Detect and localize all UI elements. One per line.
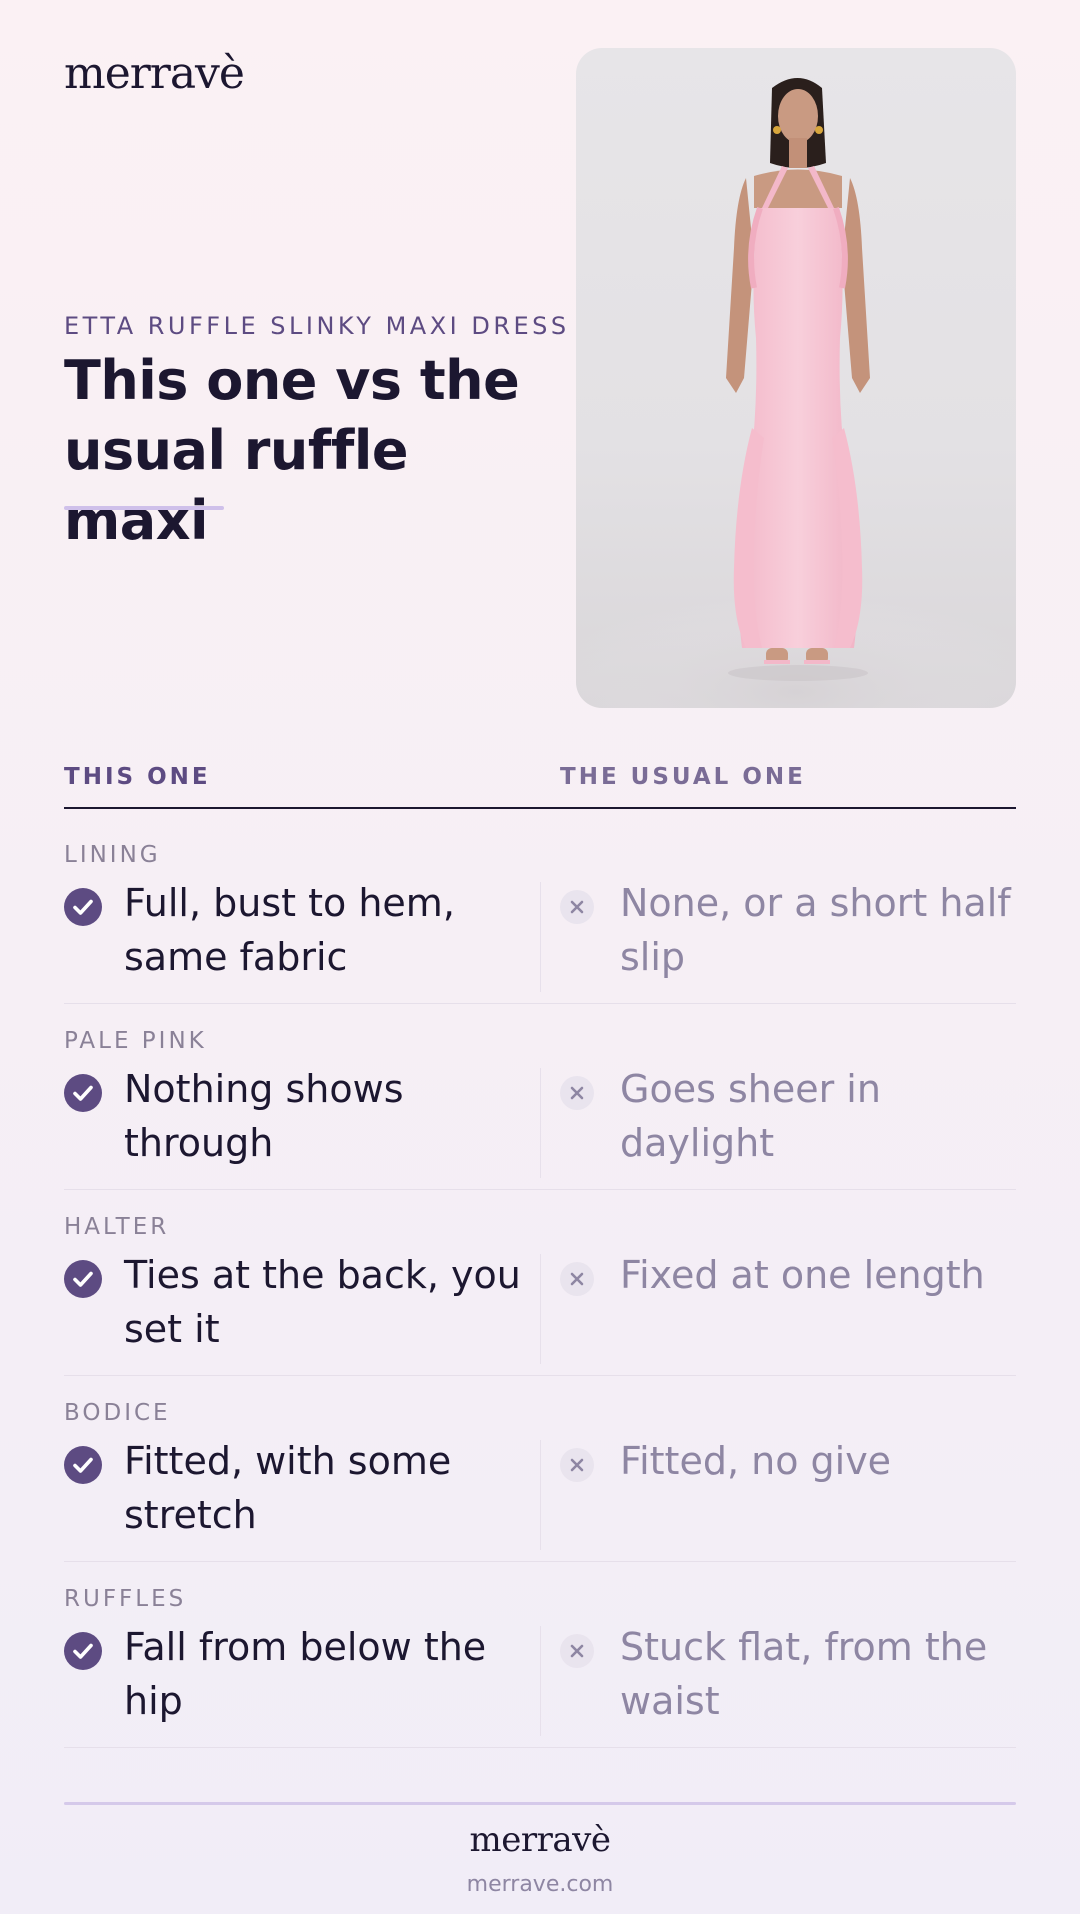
close-icon [560, 1448, 594, 1482]
this-one-value: Fall from below the hip [124, 1625, 487, 1723]
usual-one-value: None, or a short half slip [620, 881, 1011, 979]
comparison-row-ruffles: RUFFLES Fall from below the hip Stuck fl… [64, 1562, 1016, 1748]
this-one-value: Full, bust to hem, same fabric [124, 881, 455, 979]
check-icon [64, 1632, 102, 1670]
model-photo-icon [576, 78, 1016, 708]
column-divider [540, 1254, 541, 1364]
product-photo [576, 48, 1016, 708]
this-one-value: Nothing shows through [124, 1067, 404, 1165]
column-divider [540, 1068, 541, 1178]
row-label: RUFFLES [64, 1586, 187, 1612]
brand-logo[interactable]: merravè [64, 52, 245, 96]
title-underline [64, 506, 224, 510]
footer-website-link[interactable]: merrave.com [0, 1872, 1080, 1897]
check-icon [64, 1260, 102, 1298]
page-title: This one vs the usual ruffle maxi [64, 349, 520, 552]
close-icon [560, 890, 594, 924]
row-label: PALE PINK [64, 1028, 207, 1054]
column-header-this-one: THIS ONE [64, 764, 211, 790]
check-icon [64, 1074, 102, 1112]
close-icon [560, 1076, 594, 1110]
comparison-row-lining: LINING Full, bust to hem, same fabric No… [64, 818, 1016, 1004]
usual-one-value: Fixed at one length [620, 1253, 985, 1297]
row-label: BODICE [64, 1400, 171, 1426]
close-icon [560, 1262, 594, 1296]
footer-brand-logo[interactable]: merravè [0, 1820, 1080, 1860]
comparison-row-halter: HALTER Ties at the back, you set it Fixe… [64, 1190, 1016, 1376]
this-one-value: Ties at the back, you set it [124, 1253, 521, 1351]
table-header-divider [64, 807, 1016, 809]
close-icon [560, 1634, 594, 1668]
row-label: LINING [64, 842, 161, 868]
usual-one-value: Fitted, no give [620, 1439, 892, 1483]
column-header-usual-one: THE USUAL ONE [560, 764, 806, 790]
comparison-row-bodice: BODICE Fitted, with some stretch Fitted,… [64, 1376, 1016, 1562]
usual-one-value: Stuck flat, from the waist [620, 1625, 988, 1723]
check-icon [64, 1446, 102, 1484]
usual-one-value: Goes sheer in daylight [620, 1067, 881, 1165]
this-one-value: Fitted, with some stretch [124, 1439, 452, 1537]
column-divider [540, 882, 541, 992]
column-divider [540, 1440, 541, 1550]
column-divider [540, 1626, 541, 1736]
footer-divider [64, 1802, 1016, 1805]
row-label: HALTER [64, 1214, 170, 1240]
product-name: ETTA RUFFLE SLINKY MAXI DRESS [64, 312, 570, 340]
comparison-row-pale-pink: PALE PINK Nothing shows through Goes she… [64, 1004, 1016, 1190]
check-icon [64, 888, 102, 926]
